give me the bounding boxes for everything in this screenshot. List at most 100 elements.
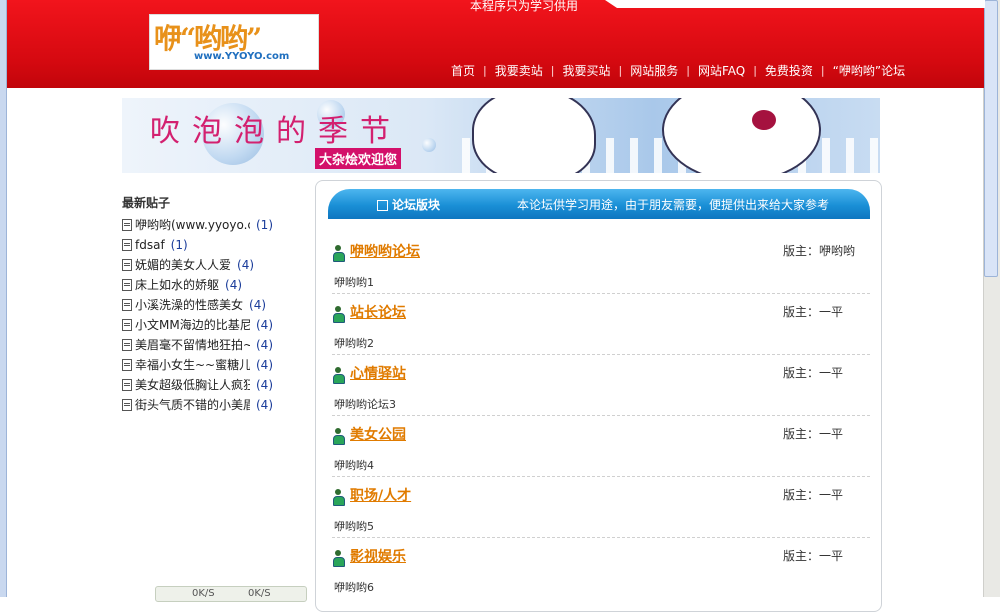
document-icon <box>122 319 132 331</box>
promo-banner[interactable]: 吹泡泡的季节 大杂烩欢迎您 <box>122 98 880 173</box>
user-icon <box>332 428 345 445</box>
post-title[interactable]: 街头气质不错的小美眉 <box>135 395 250 415</box>
post-title[interactable]: fdsaf <box>135 235 165 255</box>
post-item[interactable]: 美女超级低胸让人疯狂 (4) <box>122 375 307 395</box>
document-icon <box>122 239 132 251</box>
nav-separator: | <box>820 64 825 77</box>
sidebar-title: 最新贴子 <box>122 196 171 210</box>
forum-row: 影视娱乐 版主：一平 咿哟哟6 <box>332 541 870 602</box>
post-item[interactable]: fdsaf (1) <box>122 235 307 255</box>
forum-description: 咿哟哟6 <box>334 581 374 594</box>
row-divider <box>332 293 870 294</box>
banner-subtitle: 大杂烩欢迎您 <box>315 148 402 169</box>
row-divider <box>332 354 870 355</box>
forum-row: 站长论坛 版主：一平 咿哟哟2 <box>332 297 870 358</box>
post-item[interactable]: 小溪洗澡的性感美女 (4) <box>122 295 307 315</box>
nav-faq[interactable]: 网站FAQ <box>698 62 745 79</box>
board-icon <box>377 200 388 211</box>
nav-home[interactable]: 首页 <box>451 62 475 79</box>
header-decoration <box>605 0 985 8</box>
forum-link[interactable]: 职场/人才 <box>350 485 411 505</box>
document-icon <box>122 379 132 391</box>
forum-row: 美女公园 版主：一平 咿哟哟4 <box>332 419 870 480</box>
forum-row: 心情驿站 版主：一平 咿哟哟论坛3 <box>332 358 870 419</box>
mascot-nose-graphic <box>752 110 776 130</box>
vertical-scrollbar[interactable] <box>983 0 1000 597</box>
document-icon <box>122 339 132 351</box>
user-icon <box>332 245 345 262</box>
header-notice: 本程序只为学习供用 <box>470 0 579 13</box>
post-reply-count: (4) <box>256 358 273 372</box>
forum-moderator: 版主：一平 <box>783 305 844 319</box>
forum-link[interactable]: 站长论坛 <box>350 302 406 322</box>
banner-title: 吹泡泡的季节 <box>150 114 402 149</box>
forum-description: 咿哟哟5 <box>334 520 374 533</box>
mascot-graphic <box>662 98 821 173</box>
panel-description: 本论坛供学习用途，由于朋友需要，便提供出来给大家参考 <box>517 198 830 212</box>
post-item[interactable]: 美眉毫不留情地狂拍~ (4) <box>122 335 307 355</box>
forum-description: 咿哟哟1 <box>334 276 374 289</box>
forum-moderator: 版主：一平 <box>783 549 844 563</box>
post-reply-count: (4) <box>256 398 273 412</box>
nav-separator: | <box>483 64 487 77</box>
row-divider <box>332 476 870 477</box>
row-divider <box>332 537 870 538</box>
nav-separator: | <box>753 64 757 77</box>
user-icon <box>332 306 345 323</box>
forum-row: 职场/人才 版主：一平 咿哟哟5 <box>332 480 870 541</box>
nav-services[interactable]: 网站服务 <box>630 62 678 79</box>
forum-link[interactable]: 咿哟哟论坛 <box>350 241 420 261</box>
forum-link[interactable]: 影视娱乐 <box>350 546 406 566</box>
post-reply-count: (4) <box>256 378 273 392</box>
nav-sell-site[interactable]: 我要卖站 <box>495 62 543 79</box>
site-logo[interactable]: 咿“哟哟” www.YYOYO.com <box>149 14 319 70</box>
post-title[interactable]: 咿哟哟(www.yyoyo.co <box>135 215 250 235</box>
post-item[interactable]: 妩媚的美女人人爱 (4) <box>122 255 307 275</box>
post-title[interactable]: 美女超级低胸让人疯狂 <box>135 375 250 395</box>
post-item[interactable]: 小文MM海边的比基尼 (4) <box>122 315 307 335</box>
forum-list: 咿哟哟论坛 版主：咿哟哟 咿哟哟1 站长论坛 版主：一平 咿哟哟2 心情驿站 版… <box>332 236 870 602</box>
post-reply-count: (4) <box>225 278 243 292</box>
nav-separator: | <box>618 64 623 77</box>
post-item[interactable]: 床上如水的娇躯 (4) <box>122 275 307 295</box>
user-icon <box>332 550 345 567</box>
forum-moderator: 版主：一平 <box>783 488 844 502</box>
logo-url: www.YYOYO.com <box>194 51 290 62</box>
user-icon <box>332 489 345 506</box>
document-icon <box>122 359 132 371</box>
forum-moderator: 版主：一平 <box>783 366 844 380</box>
panel-header: 论坛版块 本论坛供学习用途，由于朋友需要，便提供出来给大家参考 <box>328 189 870 219</box>
post-title[interactable]: 幸福小女生~~蜜糖儿~~ <box>135 355 250 375</box>
post-item[interactable]: 咿哟哟(www.yyoyo.co (1) <box>122 215 307 235</box>
nav-separator: | <box>550 64 555 77</box>
window-left-edge <box>0 0 7 597</box>
post-reply-count: (4) <box>256 338 273 352</box>
forum-description: 咿哟哟2 <box>334 337 374 350</box>
document-icon <box>122 299 132 311</box>
nav-free-invest[interactable]: 免费投资 <box>765 62 813 79</box>
forum-link[interactable]: 心情驿站 <box>350 363 406 383</box>
main-nav: 首页 | 我要卖站 | 我要买站 | 网站服务 | 网站FAQ | 免费投资 |… <box>451 62 905 79</box>
post-item[interactable]: 街头气质不错的小美眉 (4) <box>122 395 307 415</box>
post-title[interactable]: 妩媚的美女人人爱 <box>135 255 231 275</box>
post-title[interactable]: 床上如水的娇躯 <box>135 275 219 295</box>
row-divider <box>332 415 870 416</box>
document-icon <box>122 219 132 231</box>
forum-description: 咿哟哟4 <box>334 459 374 472</box>
post-reply-count: (4) <box>249 298 267 312</box>
speed-toolbar[interactable]: 0K/S 0K/S <box>155 586 307 602</box>
post-item[interactable]: 幸福小女生~~蜜糖儿~~ (4) <box>122 355 307 375</box>
forum-moderator: 版主：咿哟哟 <box>783 244 856 258</box>
post-title[interactable]: 美眉毫不留情地狂拍~ <box>135 335 250 355</box>
scrollbar-thumb[interactable] <box>984 0 998 277</box>
nav-buy-site[interactable]: 我要买站 <box>562 62 610 79</box>
post-reply-count: (1) <box>170 238 188 252</box>
post-reply-count: (1) <box>256 218 273 232</box>
site-header: 本程序只为学习供用 咿“哟哟” www.YYOYO.com 首页 | 我要卖站 … <box>7 0 985 88</box>
bubble-graphic <box>422 138 436 152</box>
forum-link[interactable]: 美女公园 <box>350 424 406 444</box>
post-title[interactable]: 小溪洗澡的性感美女 <box>135 295 243 315</box>
nav-forum[interactable]: “咿哟哟”论坛 <box>833 62 905 79</box>
post-title[interactable]: 小文MM海边的比基尼 <box>135 315 250 335</box>
latest-posts-sidebar: 最新贴子 咿哟哟(www.yyoyo.co (1) fdsaf (1) 妩媚的美女人… <box>122 194 307 415</box>
